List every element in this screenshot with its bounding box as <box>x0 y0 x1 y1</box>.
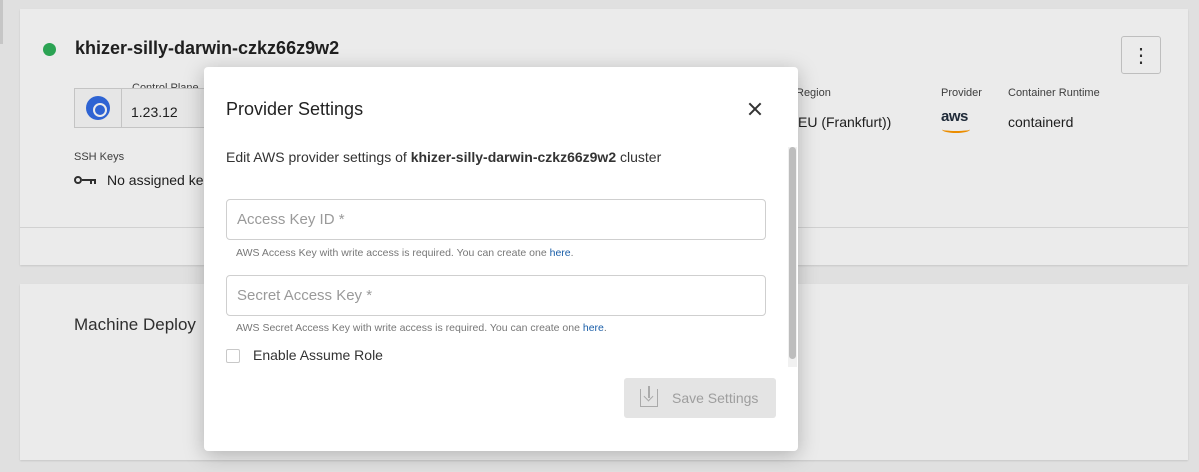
access-key-hint-text: AWS Access Key with write access is requ… <box>236 247 547 259</box>
secret-key-hint-text: AWS Secret Access Key with write access … <box>236 322 580 334</box>
enable-assume-role-label[interactable]: Enable Assume Role <box>253 347 383 363</box>
secret-key-create-link[interactable]: here <box>583 322 604 334</box>
access-key-hint: AWS Access Key with write access is requ… <box>236 247 574 259</box>
enable-assume-role-checkbox[interactable] <box>226 349 240 363</box>
access-key-create-link[interactable]: here <box>550 247 571 259</box>
dialog-scrollbar-thumb[interactable] <box>789 147 796 359</box>
description-cluster-name: khizer-silly-darwin-czkz66z9w2 <box>410 149 617 165</box>
secret-access-key-input[interactable] <box>226 275 766 316</box>
dialog-title: Provider Settings <box>226 99 364 119</box>
provider-settings-dialog: Provider Settings Edit AWS provider sett… <box>204 67 798 451</box>
save-settings-label: Save Settings <box>672 390 759 406</box>
save-download-icon <box>640 386 658 407</box>
description-prefix: Edit AWS provider settings of <box>226 149 407 165</box>
secret-key-hint: AWS Secret Access Key with write access … <box>236 322 607 334</box>
save-settings-button[interactable]: Save Settings <box>624 378 776 418</box>
access-key-id-input[interactable] <box>226 199 766 240</box>
description-suffix: cluster <box>620 149 662 165</box>
close-icon[interactable] <box>744 98 766 120</box>
dialog-description: Edit AWS provider settings of khizer-sil… <box>226 149 661 165</box>
